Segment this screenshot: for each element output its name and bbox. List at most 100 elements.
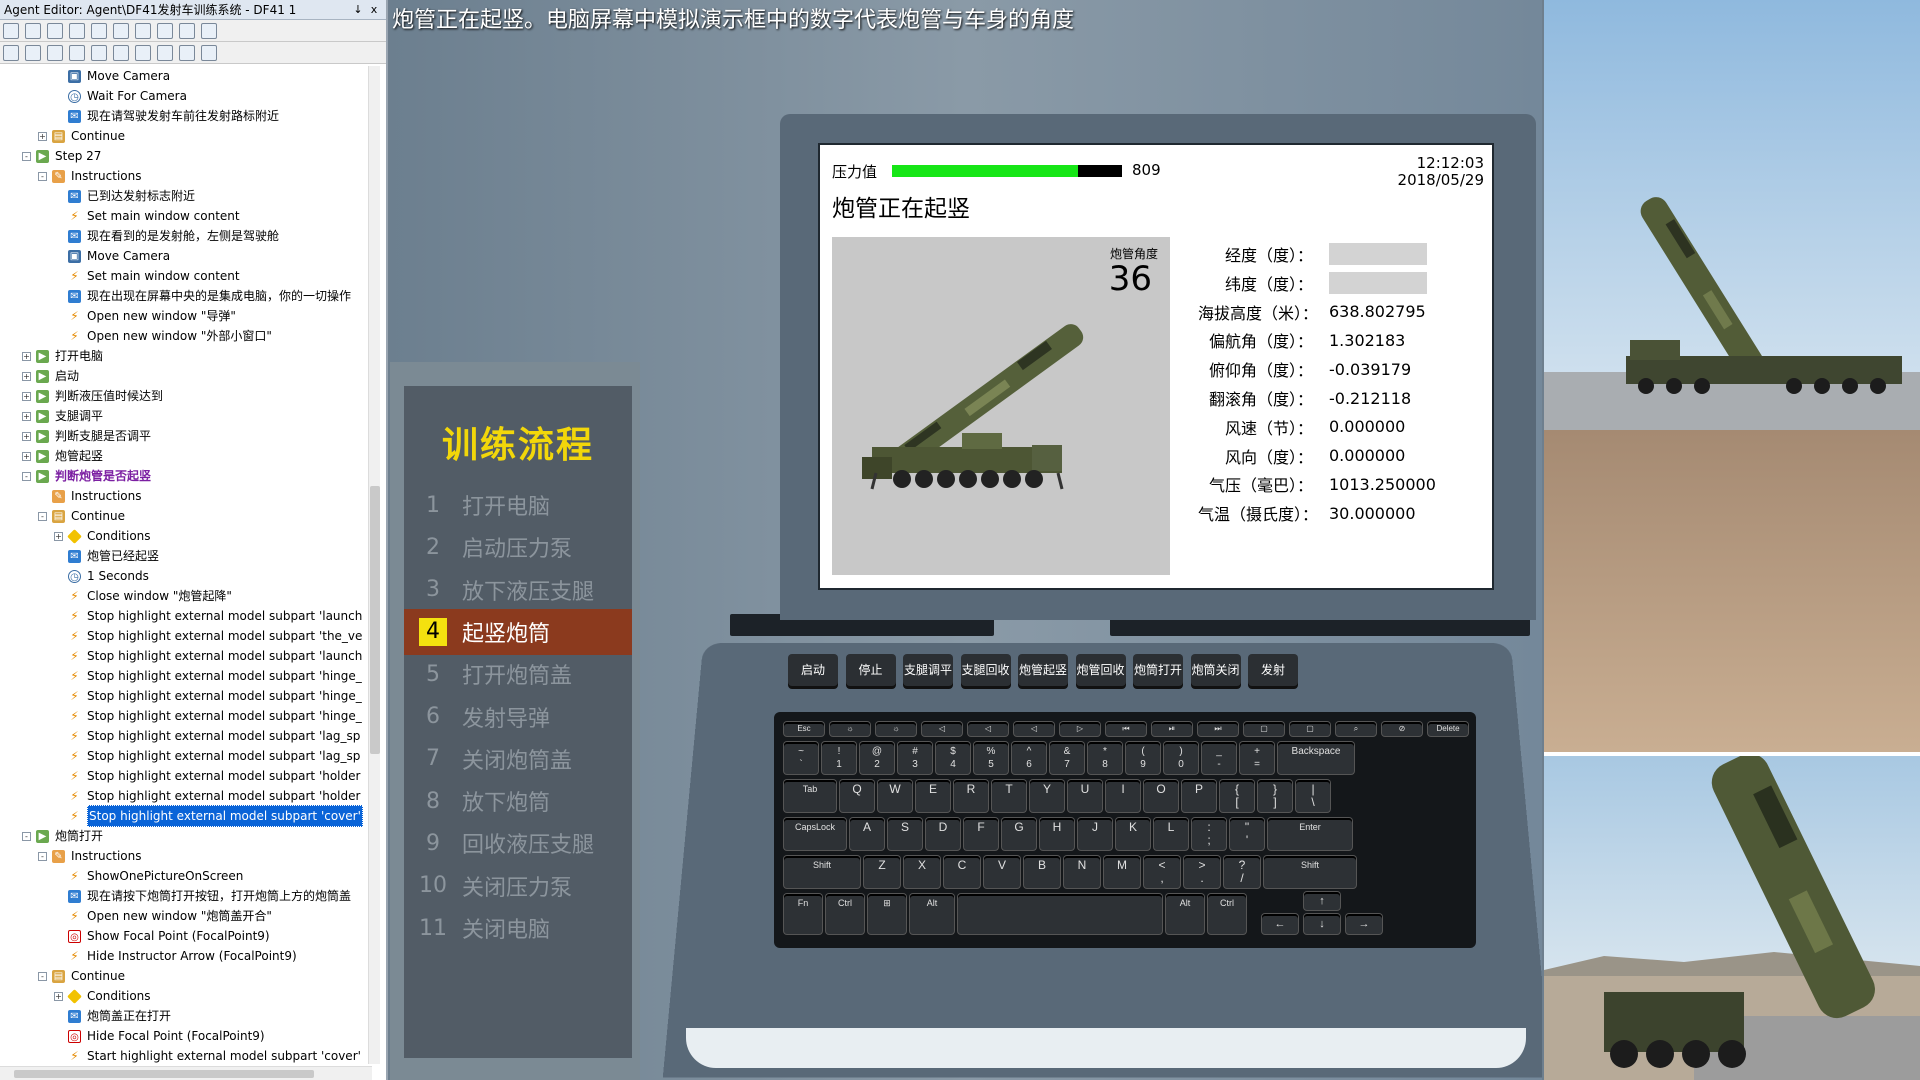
tree-row[interactable]: ⚡ Stop highlight external model subpart '…	[54, 805, 363, 827]
keyboard-key[interactable]: ⊞	[868, 894, 906, 934]
message-icon[interactable]	[3, 44, 19, 61]
keyboard-key[interactable]: Delete	[1428, 722, 1468, 736]
keyboard-key[interactable]: ? /	[1224, 856, 1260, 888]
keyboard-key[interactable]: ! 1	[822, 742, 856, 774]
properties-icon[interactable]	[91, 22, 107, 39]
paste-icon[interactable]	[179, 22, 195, 39]
tree-row[interactable]: + ▶ 炮管起竖	[22, 446, 103, 466]
tree-row[interactable]: ✉ 现在请驾驶发射车前往发射路标附近	[54, 106, 279, 126]
keyboard-key[interactable]: ~ `	[784, 742, 818, 774]
keyboard-key[interactable]: ^ 6	[1012, 742, 1046, 774]
collapse-icon[interactable]: -	[22, 831, 31, 841]
tree-row[interactable]: + ▶ 判断液压值时候达到	[22, 386, 163, 406]
keyboard-key[interactable]: M	[1104, 856, 1140, 888]
keyboard-key[interactable]: E	[916, 780, 950, 812]
keyboard-key[interactable]: Q	[840, 780, 874, 812]
keyboard-key[interactable]: % 5	[974, 742, 1008, 774]
expand-icon[interactable]: +	[22, 371, 31, 381]
keyboard-key[interactable]: CapsLock	[784, 818, 846, 850]
keyboard-key[interactable]: O	[1144, 780, 1178, 812]
keyboard-key[interactable]: ▢	[1244, 722, 1284, 736]
keyboard-key[interactable]: ☼	[830, 722, 870, 736]
collapse-icon[interactable]: -	[38, 971, 47, 981]
keyboard-key[interactable]: C	[944, 856, 980, 888]
cursor-icon[interactable]	[25, 44, 41, 61]
expand-icon[interactable]: +	[22, 431, 31, 441]
tree-row[interactable]: ⚡ Stop highlight external model subpart '…	[54, 686, 362, 706]
import-icon[interactable]	[135, 44, 151, 61]
check-icon[interactable]	[47, 44, 63, 61]
keyboard-key[interactable]: ◁	[1014, 722, 1054, 736]
pin-icon[interactable]: ↓	[350, 0, 366, 19]
keyboard-key[interactable]: } ]	[1258, 780, 1292, 812]
tree-row[interactable]: + ▶ 支腿调平	[22, 406, 103, 426]
keyboard-key[interactable]: P	[1182, 780, 1216, 812]
tree-row[interactable]: ✉ 现在出现在屏幕中央的是集成电脑，你的一切操作	[54, 286, 351, 306]
keyboard-key[interactable]: S	[888, 818, 922, 850]
expand-icon[interactable]: +	[54, 531, 63, 541]
expand-icon[interactable]: +	[22, 351, 31, 361]
tree-row[interactable]: + Conditions	[54, 986, 151, 1006]
keyboard-key[interactable]: Y	[1030, 780, 1064, 812]
keyboard-key[interactable]: X	[904, 856, 940, 888]
tree-row[interactable]: ▣ Move Camera	[54, 66, 170, 86]
keyboard-key[interactable]: ◁	[968, 722, 1008, 736]
new-icon[interactable]	[3, 22, 19, 39]
keyboard-key[interactable]: ) 0	[1164, 742, 1198, 774]
keyboard-key[interactable]: Esc	[784, 722, 824, 736]
tree-row[interactable]: - ▤ Continue	[38, 506, 125, 526]
keyboard-key[interactable]: ▷	[1060, 722, 1100, 736]
tree-row[interactable]: ⚡ Stop highlight external model subpart '…	[54, 646, 362, 666]
keyboard-key[interactable]: D	[926, 818, 960, 850]
keyboard-key[interactable]: U	[1068, 780, 1102, 812]
keyboard-key[interactable]: > .	[1184, 856, 1220, 888]
function-button[interactable]: 支腿回收	[960, 654, 1011, 686]
keyboard-key[interactable]: B	[1024, 856, 1060, 888]
keyboard-key[interactable]: ⊘	[1382, 722, 1422, 736]
tree-row[interactable]: ◎ Hide Focal Point (FocalPoint9)	[54, 1026, 265, 1046]
save-icon[interactable]	[69, 22, 85, 39]
delete-icon[interactable]	[113, 44, 129, 61]
tree-row[interactable]: ⚡ Stop highlight external model subpart '…	[54, 786, 360, 806]
keyboard-key[interactable]: + =	[1240, 742, 1274, 774]
collapse-icon[interactable]: -	[38, 511, 47, 521]
function-button[interactable]: 炮筒关闭	[1190, 654, 1241, 686]
tree-row[interactable]: ◷ 1 Seconds	[54, 566, 149, 586]
function-button[interactable]: 支腿调平	[903, 654, 953, 686]
tree-row[interactable]: ◷ Wait For Camera	[54, 86, 187, 106]
run-icon[interactable]	[113, 22, 129, 39]
tree-row[interactable]: ✉ 现在看到的是发射舱，左侧是驾驶舱	[54, 226, 279, 246]
tree-row[interactable]: - ▤ Continue	[38, 966, 125, 986]
function-button[interactable]: 炮管回收	[1075, 654, 1126, 686]
tree-row[interactable]: ⚡ Set main window content	[54, 266, 239, 286]
tree-row[interactable]: ⚡ Open new window "导弹"	[54, 306, 236, 326]
keyboard-key[interactable]: Fn	[784, 894, 822, 934]
keyboard-key[interactable]: Enter	[1268, 818, 1352, 850]
keyboard-key[interactable]: ⏯	[1152, 722, 1192, 736]
keyboard-key[interactable]: A	[850, 818, 884, 850]
globe-icon[interactable]	[135, 22, 151, 39]
tree-row[interactable]: ✉ 已到达发射标志附近	[54, 186, 195, 206]
keyboard-key[interactable]: Shift	[784, 856, 860, 888]
keyboard-key[interactable]: Shift	[1264, 856, 1356, 888]
keyboard-key[interactable]: K	[1116, 818, 1150, 850]
arrow-right-icon[interactable]	[201, 22, 217, 39]
keyboard-key[interactable]: W	[878, 780, 912, 812]
tree-row[interactable]: ✉ 炮管已经起竖	[54, 546, 159, 566]
tree-row[interactable]: + ▶ 打开电脑	[22, 346, 103, 366]
function-button[interactable]: 炮管起竖	[1018, 654, 1068, 686]
collapse-icon[interactable]: -	[38, 851, 47, 861]
expand-icon[interactable]: +	[38, 131, 47, 141]
tree-row[interactable]: ⚡ ShowOnePictureOnScreen	[54, 866, 243, 886]
keyboard-key[interactable]: ◁	[922, 722, 962, 736]
scrollbar-thumb[interactable]	[370, 486, 380, 754]
keyboard-key[interactable]: { [	[1220, 780, 1254, 812]
keyboard-key[interactable]: Backspace	[1278, 742, 1354, 774]
keyboard-key[interactable]: < ,	[1144, 856, 1180, 888]
keyboard-key[interactable]: ↓	[1304, 914, 1340, 934]
tree-row[interactable]: ⚡ Hide Instructor Arrow (FocalPoint9)	[54, 946, 296, 966]
keyboard-key[interactable]: L	[1154, 818, 1188, 850]
keyboard-key[interactable]: Alt	[910, 894, 954, 934]
tree-row[interactable]: ✎ Instructions	[38, 486, 141, 506]
keyboard-key[interactable]: # 3	[898, 742, 932, 774]
